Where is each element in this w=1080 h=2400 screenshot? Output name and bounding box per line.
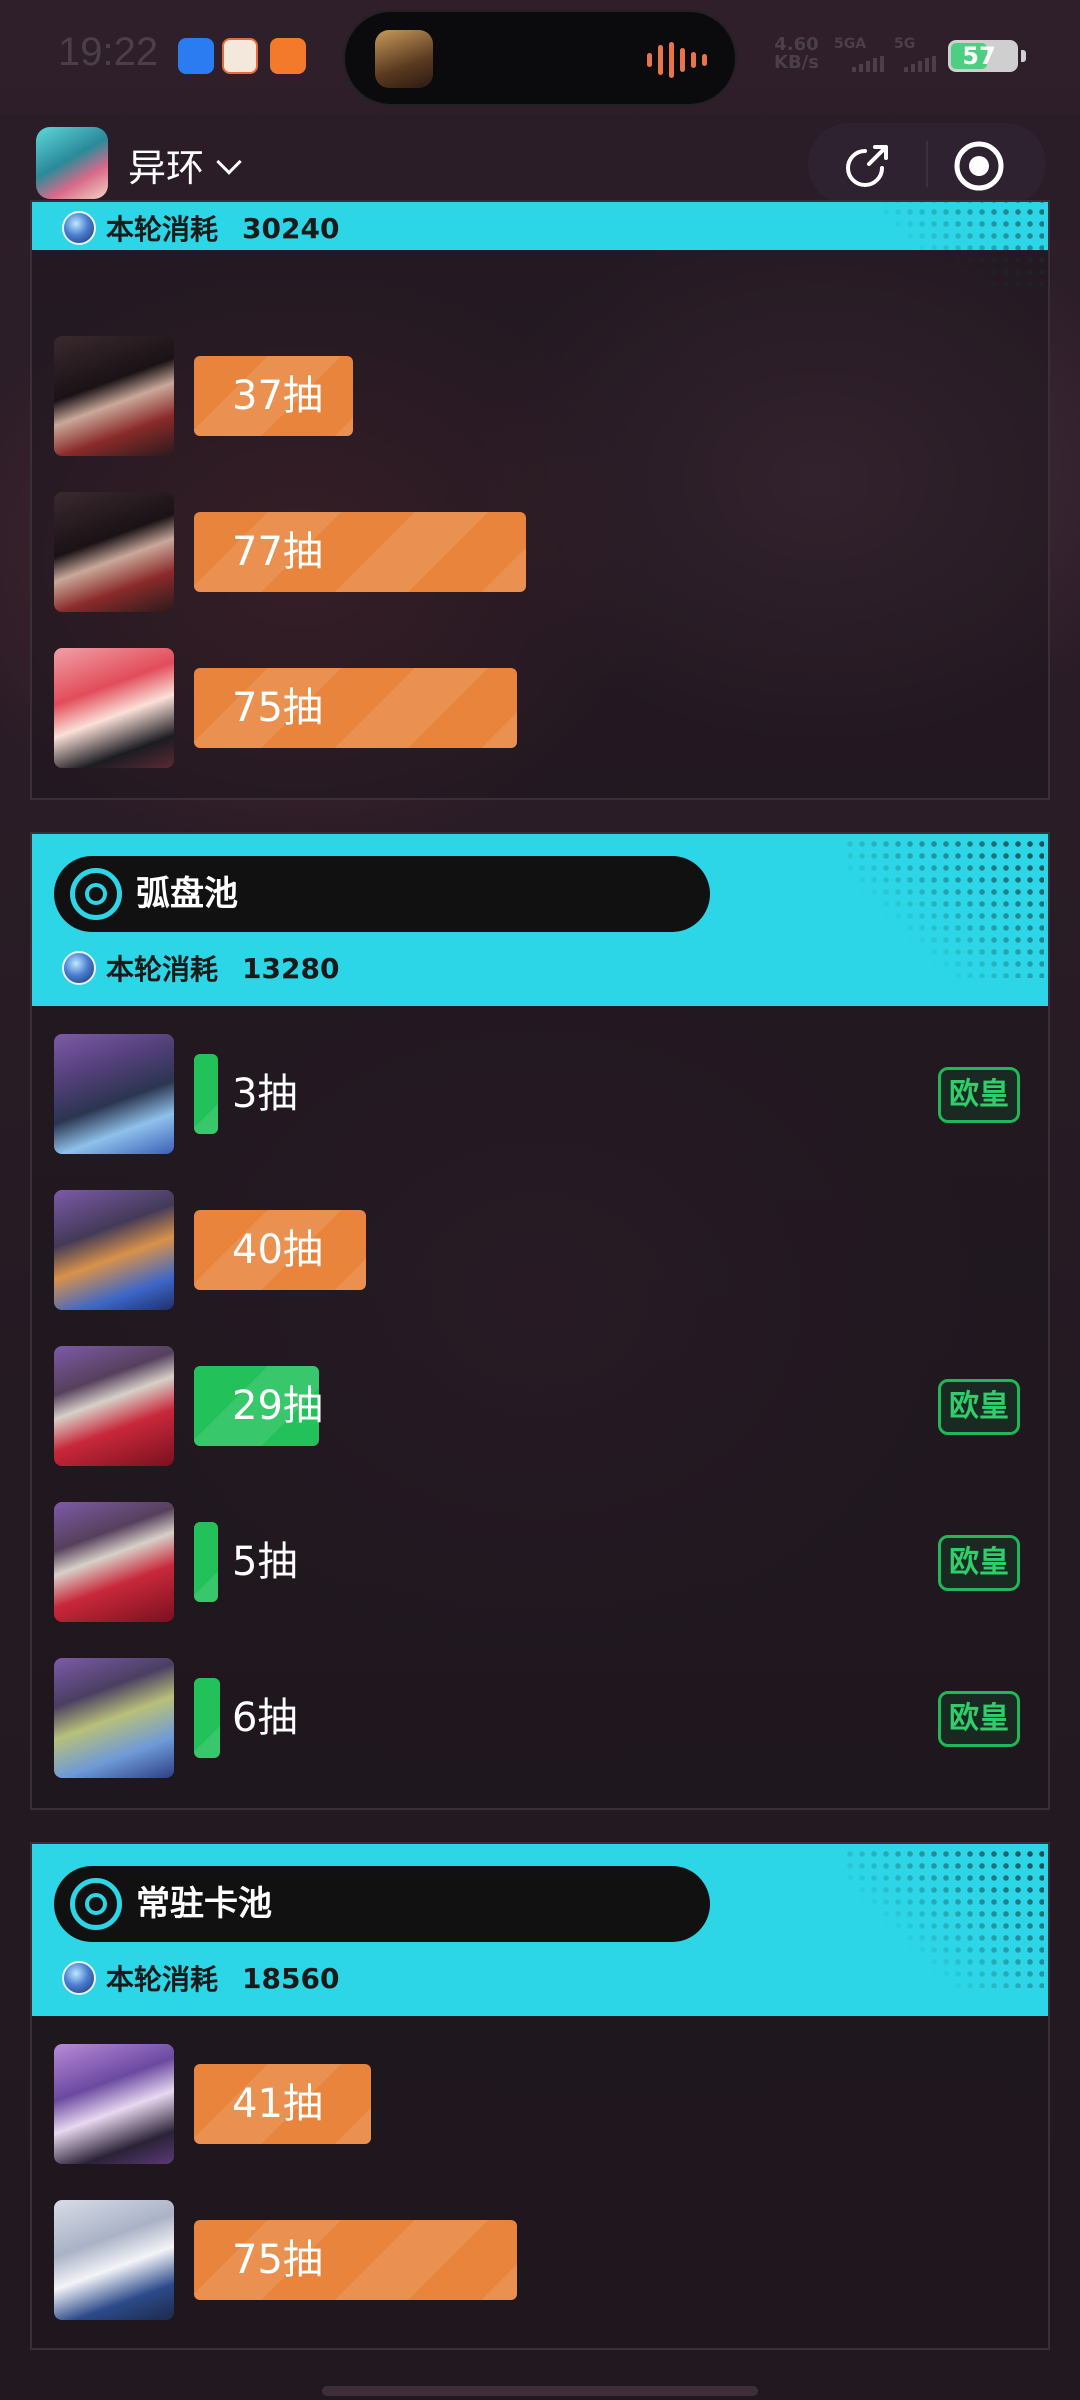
battery-level: 57 (962, 42, 996, 70)
disc-avatar (54, 1346, 174, 1466)
cost-value: 13280 (242, 951, 340, 985)
battery-icon: 57 (948, 40, 1026, 72)
dot-pattern (844, 838, 1044, 978)
notification-app-icon (178, 38, 214, 74)
disc-avatar (54, 1658, 174, 1778)
pull-bar (194, 1522, 218, 1602)
pool-title-pill: 弧盘池 (54, 856, 710, 932)
gem-icon (62, 951, 96, 985)
lucky-badge: 欧皇 (938, 1691, 1020, 1747)
pool-ring-icon (70, 868, 122, 920)
cost-row: 本轮消耗 30240 (62, 208, 339, 248)
pool-card: 弧盘池 本轮消耗 13280 3抽 欧皇 40抽 29抽 欧皇 5抽 欧皇 6抽… (30, 832, 1050, 1810)
pool-title-pill: 常驻卡池 (54, 1866, 710, 1942)
cost-label: 本轮消耗 (106, 953, 219, 986)
pool-ring-icon (70, 1878, 122, 1930)
disc-avatar (54, 1034, 174, 1154)
pool-card-header: 弧盘池 本轮消耗 13280 (32, 834, 1048, 1006)
home-indicator[interactable] (322, 2386, 758, 2396)
pull-count: 37抽 (232, 373, 323, 419)
pull-row[interactable]: 41抽 (54, 2044, 1030, 2164)
character-avatar (54, 648, 174, 768)
pool-name: 常驻卡池 (136, 1884, 272, 1924)
chevron-down-icon[interactable] (216, 149, 242, 175)
cost-row: 本轮消耗 18560 (62, 1958, 339, 1998)
pull-row[interactable]: 6抽 欧皇 (54, 1658, 1030, 1778)
signal-label-2: 5G (894, 36, 916, 52)
notification-app-icon (222, 38, 258, 74)
dynamic-island[interactable] (343, 10, 737, 106)
notification-app-icon (270, 38, 306, 74)
pull-row[interactable]: 77抽 (54, 492, 1030, 612)
net-speed: 4.60 KB/s (774, 36, 819, 72)
pull-row[interactable]: 3抽 欧皇 (54, 1034, 1030, 1154)
character-avatar (54, 492, 174, 612)
status-time: 19:22 (58, 30, 159, 74)
net-speed-unit: KB/s (774, 52, 819, 73)
signal-label-1: 5GA (834, 36, 867, 52)
pool-card: 常驻卡池 本轮消耗 18560 41抽 75抽 (30, 1842, 1050, 2350)
media-thumbnail (375, 30, 433, 88)
lucky-badge: 欧皇 (938, 1535, 1020, 1591)
pull-count: 6抽 (232, 1695, 298, 1741)
pull-row[interactable]: 37抽 (54, 336, 1030, 456)
dot-pattern (844, 202, 1044, 286)
pool-name: 弧盘池 (136, 874, 238, 914)
character-avatar (54, 336, 174, 456)
pull-row[interactable]: 29抽 欧皇 (54, 1346, 1030, 1466)
pull-count: 75抽 (232, 685, 323, 731)
pull-count: 77抽 (232, 529, 323, 575)
app-title[interactable]: 异环 (128, 137, 204, 192)
pull-count: 40抽 (232, 1227, 323, 1273)
gem-icon (62, 1961, 96, 1995)
cost-value: 30240 (242, 211, 340, 245)
target-icon[interactable] (952, 139, 1006, 193)
dot-pattern (844, 1848, 1044, 1988)
pull-count: 5抽 (232, 1539, 298, 1585)
pool-card-header: 本轮消耗 30240 (32, 202, 1048, 286)
gem-icon (62, 211, 96, 245)
cost-label: 本轮消耗 (106, 213, 219, 246)
pull-row[interactable]: 40抽 (54, 1190, 1030, 1310)
signal-bars-icon (852, 56, 884, 72)
pull-bar (194, 1678, 220, 1758)
app-avatar[interactable] (36, 127, 108, 199)
lucky-badge: 欧皇 (938, 1379, 1020, 1435)
lucky-badge: 欧皇 (938, 1067, 1020, 1123)
pull-count: 41抽 (232, 2081, 323, 2127)
cost-label: 本轮消耗 (106, 1963, 219, 1996)
audio-wave-icon (647, 42, 707, 78)
header-divider (926, 141, 928, 187)
pool-card: 本轮消耗 30240 37抽 77抽 75抽 (30, 200, 1050, 800)
pull-bar (194, 1054, 218, 1134)
character-avatar (54, 2200, 174, 2320)
share-icon[interactable] (842, 141, 892, 191)
pull-row[interactable]: 75抽 (54, 648, 1030, 768)
pull-row[interactable]: 75抽 (54, 2200, 1030, 2320)
character-avatar (54, 2044, 174, 2164)
cost-value: 18560 (242, 1961, 340, 1995)
pull-count: 75抽 (232, 2237, 323, 2283)
pull-count: 29抽 (232, 1383, 323, 1429)
signal-bars-icon (904, 56, 936, 72)
cost-row: 本轮消耗 13280 (62, 948, 339, 988)
pool-card-header: 常驻卡池 本轮消耗 18560 (32, 1844, 1048, 2016)
disc-avatar (54, 1190, 174, 1310)
disc-avatar (54, 1502, 174, 1622)
pull-row[interactable]: 5抽 欧皇 (54, 1502, 1030, 1622)
pull-count: 3抽 (232, 1071, 298, 1117)
status-bar: 19:22 4.60 KB/s 5GA 5G 57 (0, 0, 1080, 115)
